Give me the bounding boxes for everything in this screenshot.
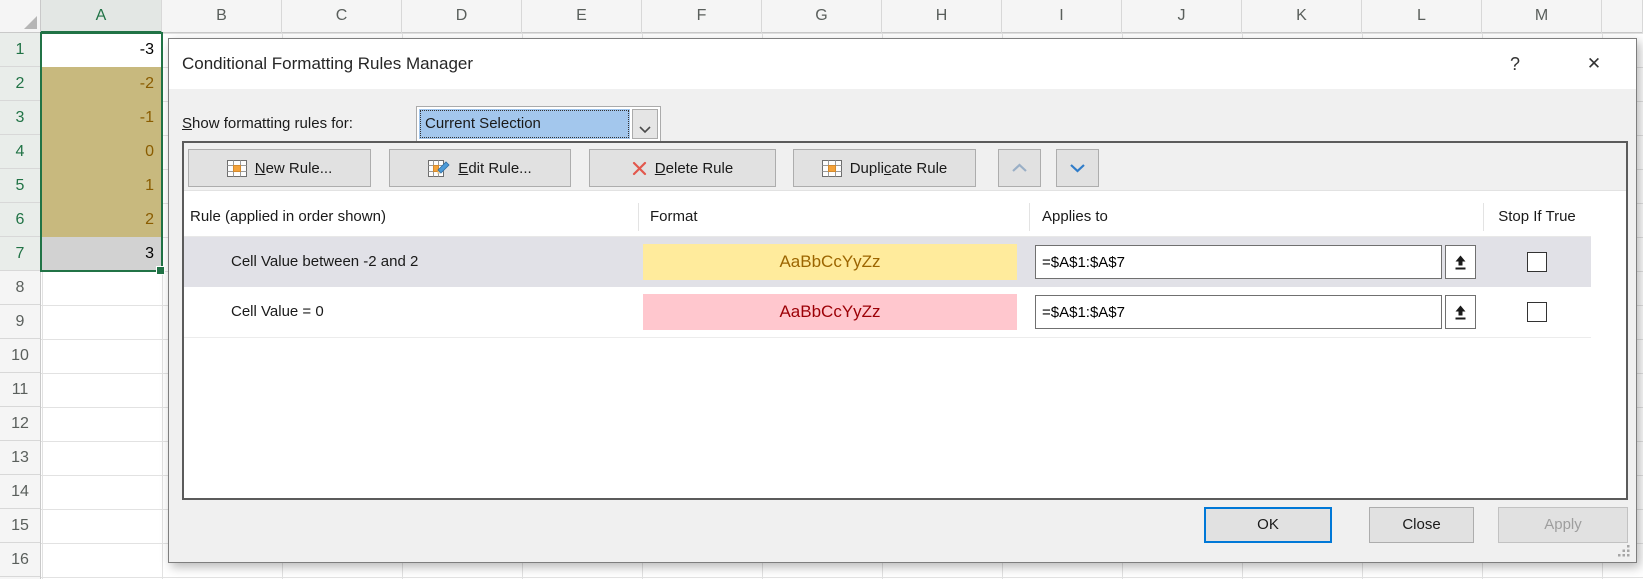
- column-header-applies-to: Applies to: [1042, 198, 1108, 236]
- column-header-a[interactable]: A: [41, 0, 162, 33]
- row-header-9[interactable]: 9: [0, 305, 40, 339]
- combobox-selected-value: Current Selection: [419, 109, 630, 139]
- row-header-14[interactable]: 14: [0, 475, 40, 509]
- column-header-k[interactable]: K: [1242, 0, 1362, 33]
- excel-window: ABCDEFGHIJKLM 12345678910111213141516 -3…: [0, 0, 1643, 579]
- column-header-stop-if-true: Stop If True: [1483, 198, 1591, 236]
- close-dialog-button[interactable]: Close: [1369, 507, 1474, 543]
- column-header-format: Format: [650, 198, 698, 236]
- row-header-6[interactable]: 6: [0, 203, 40, 237]
- column-header-i[interactable]: I: [1002, 0, 1122, 33]
- rule-1-stop-if-true-checkbox[interactable]: [1527, 252, 1547, 272]
- select-all-corner[interactable]: [0, 0, 41, 33]
- column-header-m[interactable]: M: [1482, 0, 1602, 33]
- help-button[interactable]: ?: [1499, 49, 1531, 79]
- rule-1-format-preview: AaBbCcYyZz: [643, 244, 1017, 280]
- delete-rule-label: Delete Rule: [655, 160, 733, 177]
- column-header-e[interactable]: E: [522, 0, 642, 33]
- close-button[interactable]: ✕: [1578, 49, 1610, 79]
- table-grid-icon: [227, 160, 247, 177]
- delete-rule-button[interactable]: Delete Rule: [589, 149, 776, 187]
- move-rule-down-button[interactable]: [1056, 149, 1099, 187]
- delete-x-icon: [632, 161, 647, 176]
- row-header-10[interactable]: 10: [0, 339, 40, 373]
- row-header-8[interactable]: 8: [0, 271, 40, 305]
- column-header-partial[interactable]: [1602, 0, 1643, 33]
- rule-2-stop-if-true-checkbox[interactable]: [1527, 302, 1547, 322]
- edit-rule-label: Edit Rule...: [458, 160, 531, 177]
- header-separator: [638, 203, 639, 231]
- rule-1-applies-to-input[interactable]: [1035, 245, 1442, 279]
- rule-2-collapse-dialog-button[interactable]: [1445, 295, 1476, 329]
- edit-rule-button[interactable]: Edit Rule...: [389, 149, 571, 187]
- collapse-dialog-icon: [1454, 255, 1467, 270]
- new-rule-label: New Rule...: [255, 160, 333, 177]
- apply-button: Apply: [1498, 507, 1628, 543]
- rule-1-description: Cell Value between -2 and 2: [231, 237, 418, 287]
- row-headers: 12345678910111213141516: [0, 33, 41, 579]
- rule-2-applies-to-input[interactable]: [1035, 295, 1442, 329]
- column-header-d[interactable]: D: [402, 0, 522, 33]
- row-header-5[interactable]: 5: [0, 169, 40, 203]
- row-divider: [184, 337, 1591, 338]
- column-header-rule: Rule (applied in order shown): [190, 198, 386, 236]
- show-rules-for-combobox[interactable]: Current Selection: [416, 106, 661, 142]
- row-header-16[interactable]: 16: [0, 543, 40, 577]
- close-icon: ✕: [1587, 54, 1601, 73]
- cell-a2[interactable]: -2: [42, 67, 161, 101]
- row-header-4[interactable]: 4: [0, 135, 40, 169]
- collapse-dialog-icon: [1454, 305, 1467, 320]
- cell-a3[interactable]: -1: [42, 101, 161, 135]
- dialog-titlebar[interactable]: Conditional Formatting Rules Manager ? ✕: [169, 39, 1636, 89]
- cell-a5[interactable]: 1: [42, 169, 161, 203]
- duplicate-rule-label: Duplicate Rule: [850, 160, 948, 177]
- row-header-15[interactable]: 15: [0, 509, 40, 543]
- ok-button[interactable]: OK: [1204, 507, 1332, 543]
- new-rule-button[interactable]: New Rule...: [188, 149, 371, 187]
- column-header-c[interactable]: C: [282, 0, 402, 33]
- column-header-f[interactable]: F: [642, 0, 762, 33]
- row-header-3[interactable]: 3: [0, 101, 40, 135]
- help-icon: ?: [1510, 54, 1520, 74]
- cell-a6[interactable]: 2: [42, 203, 161, 237]
- row-header-7[interactable]: 7: [0, 237, 40, 271]
- table-edit-pencil-icon: [428, 160, 450, 177]
- column-header-h[interactable]: H: [882, 0, 1002, 33]
- column-header-j[interactable]: J: [1122, 0, 1242, 33]
- column-header-l[interactable]: L: [1362, 0, 1482, 33]
- table-grid-icon: [822, 160, 842, 177]
- rule-2-description: Cell Value = 0: [231, 287, 324, 337]
- select-all-triangle-icon: [24, 16, 37, 29]
- row-header-12[interactable]: 12: [0, 407, 40, 441]
- cell-a1[interactable]: -3: [42, 33, 161, 67]
- chevron-down-icon: [1069, 163, 1086, 173]
- row-header-11[interactable]: 11: [0, 373, 40, 407]
- row-header-1[interactable]: 1: [0, 33, 40, 67]
- cell-a7[interactable]: 3: [42, 237, 161, 271]
- duplicate-rule-button[interactable]: Duplicate Rule: [793, 149, 976, 187]
- rule-2-format-preview: AaBbCcYyZz: [643, 294, 1017, 330]
- header-separator: [1483, 203, 1484, 231]
- show-formatting-rules-label: Show formatting rules for:: [182, 106, 353, 142]
- conditional-formatting-rules-manager-dialog: Conditional Formatting Rules Manager ? ✕…: [168, 38, 1637, 563]
- combobox-dropdown-button[interactable]: [632, 109, 658, 139]
- rule-1-collapse-dialog-button[interactable]: [1445, 245, 1476, 279]
- column-headers: ABCDEFGHIJKLM: [0, 0, 1643, 33]
- column-header-g[interactable]: G: [762, 0, 882, 33]
- fill-handle[interactable]: [156, 266, 165, 275]
- chevron-down-icon: [639, 126, 651, 134]
- header-separator: [1029, 203, 1030, 231]
- row-header-13[interactable]: 13: [0, 441, 40, 475]
- row-header-2[interactable]: 2: [0, 67, 40, 101]
- resize-grip[interactable]: [1617, 544, 1631, 562]
- dialog-title: Conditional Formatting Rules Manager: [182, 39, 473, 89]
- cell-a4[interactable]: 0: [42, 135, 161, 169]
- chevron-up-icon: [1011, 163, 1028, 173]
- move-rule-up-button[interactable]: [998, 149, 1041, 187]
- column-header-b[interactable]: B: [162, 0, 282, 33]
